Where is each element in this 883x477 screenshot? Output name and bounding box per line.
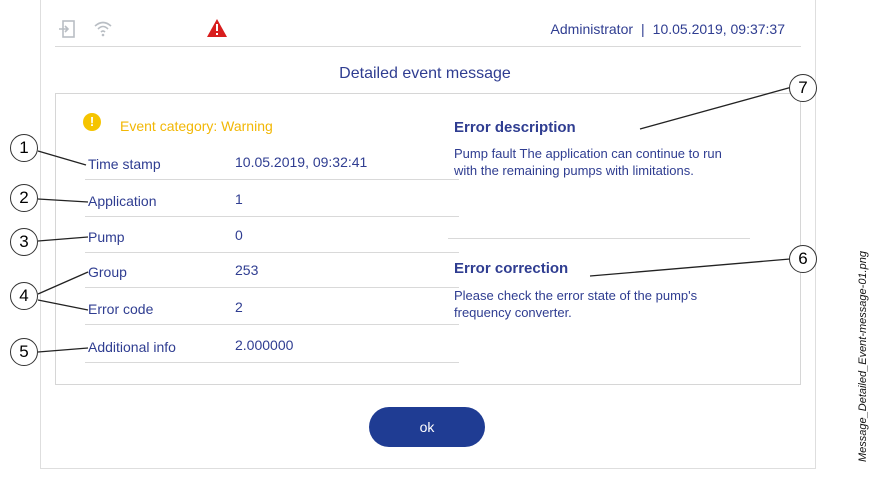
header-datetime: 10.05.2019, 09:37:37 xyxy=(652,21,785,37)
row-value: 2 xyxy=(235,299,243,315)
image-filename-caption: Message_Detailed_Event-message-01.png xyxy=(857,251,869,462)
callout-7: 7 xyxy=(789,74,817,102)
wifi-icon xyxy=(93,18,113,43)
dialog-title: Detailed event message xyxy=(339,65,511,82)
row-value: 10.05.2019, 09:32:41 xyxy=(235,154,368,170)
user-info: Administrator | 10.05.2019, 09:37:37 xyxy=(551,21,785,37)
event-category: Event category: Warning xyxy=(120,118,273,134)
header-separator: | xyxy=(641,21,645,37)
error-description-heading: Error description xyxy=(454,119,576,136)
row-pump: Pump 0 xyxy=(85,216,459,253)
error-description-text: Pump fault The application can continue … xyxy=(454,146,722,178)
login-icon[interactable] xyxy=(58,19,76,44)
status-bar: Administrator | 10.05.2019, 09:37:37 xyxy=(55,14,801,47)
error-correction-heading: Error correction xyxy=(454,260,569,277)
callout-2: 2 xyxy=(10,184,38,212)
callout-5: 5 xyxy=(10,338,38,366)
row-value: 1 xyxy=(235,191,243,207)
row-value: 2.000000 xyxy=(235,337,294,353)
row-value: 253 xyxy=(235,262,259,278)
user-name[interactable]: Administrator xyxy=(551,21,633,37)
row-label: Group xyxy=(88,264,127,280)
row-time-stamp: Time stamp 10.05.2019, 09:32:41 xyxy=(85,143,459,180)
alarm-warning-icon[interactable] xyxy=(206,18,228,43)
callout-1: 1 xyxy=(10,134,38,162)
callout-3: 3 xyxy=(10,228,38,256)
warning-icon: ! xyxy=(83,113,101,131)
ok-button[interactable]: ok xyxy=(369,407,485,447)
row-application: Application 1 xyxy=(85,180,459,217)
row-additional-info: Additional info 2.000000 xyxy=(85,326,459,363)
error-correction-text: Please check the error state of the pump… xyxy=(454,288,698,320)
row-label: Pump xyxy=(88,229,125,245)
callout-4: 4 xyxy=(10,282,38,310)
row-label: Time stamp xyxy=(88,156,161,172)
row-label: Additional info xyxy=(88,339,176,355)
section-divider xyxy=(448,238,750,239)
row-group: Group 253 xyxy=(85,251,459,288)
row-value: 0 xyxy=(235,227,243,243)
row-label: Error code xyxy=(88,301,154,317)
row-error-code: Error code 2 xyxy=(85,288,459,325)
row-label: Application xyxy=(88,193,157,209)
callout-6: 6 xyxy=(789,245,817,273)
